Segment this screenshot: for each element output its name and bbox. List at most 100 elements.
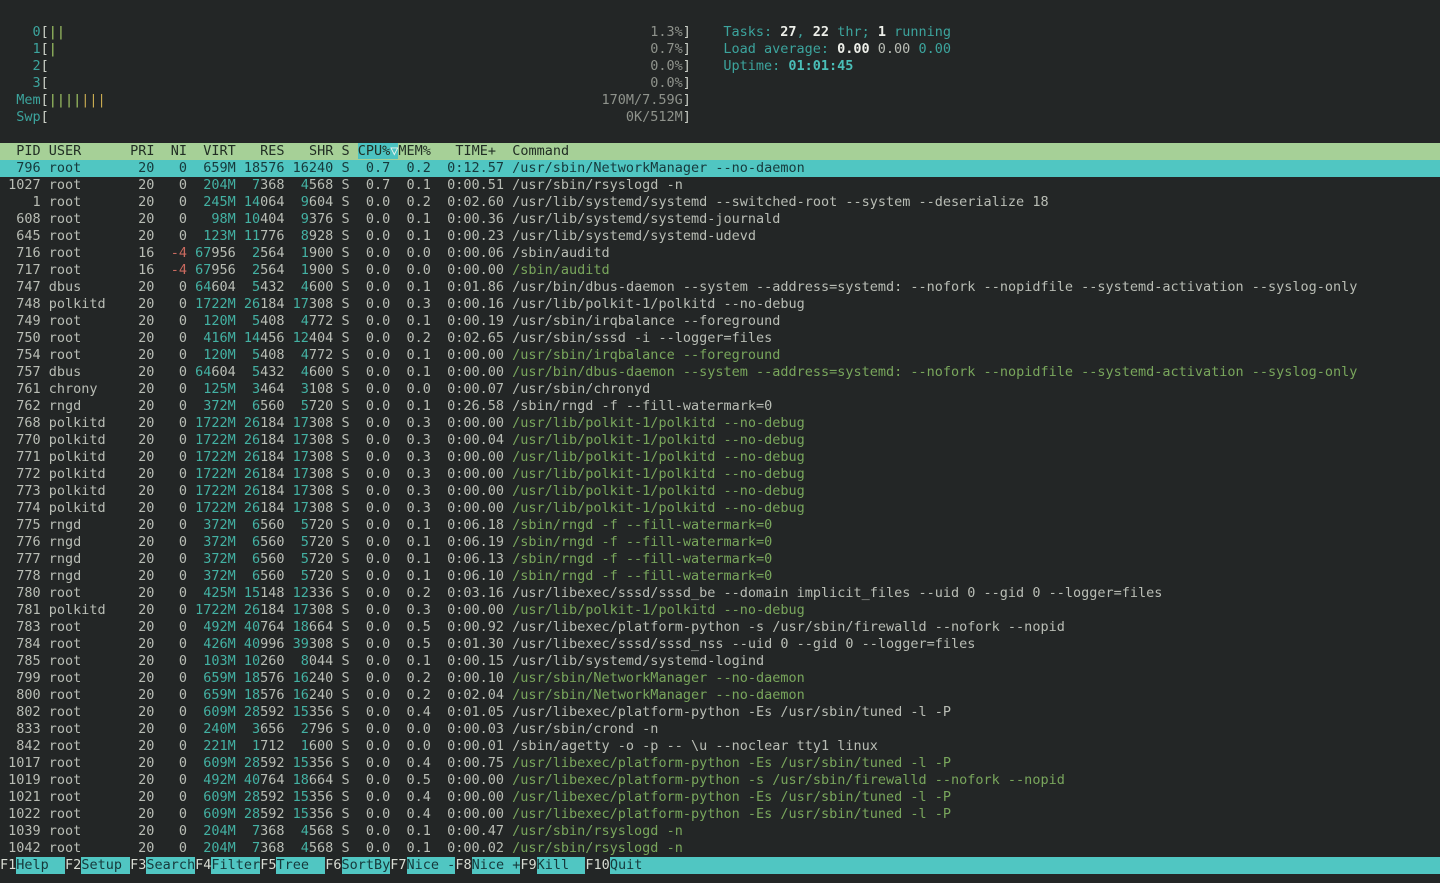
process-row-773[interactable]: 773 polkitd 20 0 1722M 26184 17308 S 0.0… bbox=[0, 483, 1440, 500]
process-row-783[interactable]: 783 root 20 0 492M 40764 18664 S 0.0 0.5… bbox=[0, 619, 1440, 636]
fkey-f4-key[interactable]: F4 bbox=[195, 857, 211, 874]
fkey-f5-key[interactable]: F5 bbox=[260, 857, 276, 874]
fkey-f1-help-button[interactable]: Help bbox=[16, 857, 65, 874]
process-row-770[interactable]: 770 polkitd 20 0 1722M 26184 17308 S 0.0… bbox=[0, 432, 1440, 449]
process-row-833[interactable]: 833 root 20 0 240M 3656 2796 S 0.0 0.0 0… bbox=[0, 721, 1440, 738]
process-row-747[interactable]: 747 dbus 20 0 64604 5432 4600 S 0.0 0.1 … bbox=[0, 279, 1440, 296]
shr-kb: 900 bbox=[309, 262, 333, 278]
fkey-f8-key[interactable]: F8 bbox=[455, 857, 471, 874]
process-row-774[interactable]: 774 polkitd 20 0 1722M 26184 17308 S 0.0… bbox=[0, 500, 1440, 517]
column-header-shr[interactable]: SHR bbox=[293, 143, 334, 159]
shr-kb: 404 bbox=[309, 330, 333, 346]
tasks-running-count: 1 bbox=[878, 24, 886, 40]
process-row-777[interactable]: 777 rngd 20 0 372M 6560 5720 S 0.0 0.1 0… bbox=[0, 551, 1440, 568]
column-header-mem[interactable]: MEM% bbox=[398, 143, 431, 159]
state: S bbox=[333, 585, 349, 601]
process-row-776[interactable]: 776 rngd 20 0 372M 6560 5720 S 0.0 0.1 0… bbox=[0, 534, 1440, 551]
column-header-res[interactable]: RES bbox=[244, 143, 285, 159]
process-row-800[interactable]: 800 root 20 0 659M 18576 16240 S 0.0 0.2… bbox=[0, 687, 1440, 704]
process-row-1019[interactable]: 1019 root 20 0 492M 40764 18664 S 0.0 0.… bbox=[0, 772, 1440, 789]
process-row-750[interactable]: 750 root 20 0 416M 14456 12404 S 0.0 0.2… bbox=[0, 330, 1440, 347]
process-row-1027[interactable]: 1027 root 20 0 204M 7368 4568 S 0.7 0.1 … bbox=[0, 177, 1440, 194]
priority: 20 bbox=[130, 636, 154, 652]
process-row-781[interactable]: 781 polkitd 20 0 1722M 26184 17308 S 0.0… bbox=[0, 602, 1440, 619]
fkey-f10-quit-button[interactable]: Quit bbox=[610, 857, 1440, 874]
process-row-757[interactable]: 757 dbus 20 0 64604 5432 4600 S 0.0 0.1 … bbox=[0, 364, 1440, 381]
process-row-762[interactable]: 762 rngd 20 0 372M 6560 5720 S 0.0 0.1 0… bbox=[0, 398, 1440, 415]
process-row-761[interactable]: 761 chrony 20 0 125M 3464 3108 S 0.0 0.0… bbox=[0, 381, 1440, 398]
process-row-768[interactable]: 768 polkitd 20 0 1722M 26184 17308 S 0.0… bbox=[0, 415, 1440, 432]
process-row-754[interactable]: 754 root 20 0 120M 5408 4772 S 0.0 0.1 0… bbox=[0, 347, 1440, 364]
fkey-f9-kill-button[interactable]: Kill bbox=[537, 857, 586, 874]
virt: 221M bbox=[195, 738, 236, 754]
shr-kb: 308 bbox=[309, 483, 333, 499]
fkey-f6-sortby-button[interactable]: SortBy bbox=[342, 857, 391, 874]
process-row-785[interactable]: 785 root 20 0 103M 10260 8044 S 0.0 0.1 … bbox=[0, 653, 1440, 670]
column-header-cpu-sorted[interactable]: CPU%▽ bbox=[358, 143, 399, 159]
fkey-f4-filter-button[interactable]: Filter bbox=[211, 857, 260, 874]
process-row-775[interactable]: 775 rngd 20 0 372M 6560 5720 S 0.0 0.1 0… bbox=[0, 517, 1440, 534]
fkey-f8-nice--button[interactable]: Nice + bbox=[472, 857, 521, 874]
shr-kb: 720 bbox=[309, 534, 333, 550]
shr-kb: 240 bbox=[309, 687, 333, 703]
res-mb: 2 bbox=[244, 262, 260, 278]
fkey-f5-tree-button[interactable]: Tree bbox=[276, 857, 325, 874]
res-kb: 456 bbox=[260, 330, 284, 346]
fkey-f7-key[interactable]: F7 bbox=[390, 857, 406, 874]
process-row-1[interactable]: 1 root 20 0 245M 14064 9604 S 0.0 0.2 0:… bbox=[0, 194, 1440, 211]
priority: 20 bbox=[130, 840, 154, 856]
column-header-ni[interactable]: NI bbox=[163, 143, 187, 159]
process-row-842[interactable]: 842 root 20 0 221M 1712 1600 S 0.0 0.0 0… bbox=[0, 738, 1440, 755]
process-row-1022[interactable]: 1022 root 20 0 609M 28592 15356 S 0.0 0.… bbox=[0, 806, 1440, 823]
fkey-f6-key[interactable]: F6 bbox=[325, 857, 341, 874]
process-row-717[interactable]: 717 root 16 -4 67956 2564 1900 S 0.0 0.0… bbox=[0, 262, 1440, 279]
mem-percent: 0.1 bbox=[390, 551, 431, 567]
process-row-608[interactable]: 608 root 20 0 98M 10404 9376 S 0.0 0.1 0… bbox=[0, 211, 1440, 228]
process-row-1021[interactable]: 1021 root 20 0 609M 28592 15356 S 0.0 0.… bbox=[0, 789, 1440, 806]
fkey-f1-key[interactable]: F1 bbox=[0, 857, 16, 874]
process-row-778[interactable]: 778 rngd 20 0 372M 6560 5720 S 0.0 0.1 0… bbox=[0, 568, 1440, 585]
mem-percent: 0.1 bbox=[390, 653, 431, 669]
process-row-748[interactable]: 748 polkitd 20 0 1722M 26184 17308 S 0.0… bbox=[0, 296, 1440, 313]
process-row-1039[interactable]: 1039 root 20 0 204M 7368 4568 S 0.0 0.1 … bbox=[0, 823, 1440, 840]
process-row-772[interactable]: 772 polkitd 20 0 1722M 26184 17308 S 0.0… bbox=[0, 466, 1440, 483]
fkey-f3-search-button[interactable]: Search bbox=[146, 857, 195, 874]
process-row-716[interactable]: 716 root 16 -4 67956 2564 1900 S 0.0 0.0… bbox=[0, 245, 1440, 262]
shr-kb: 796 bbox=[309, 721, 333, 737]
column-header-pri[interactable]: PRI bbox=[130, 143, 154, 159]
process-row-796[interactable]: 796 root 20 0 659M 18576 16240 S 0.7 0.2… bbox=[0, 160, 1440, 177]
column-header-user[interactable]: USER bbox=[49, 143, 122, 159]
priority: 20 bbox=[130, 330, 154, 346]
user: polkitd bbox=[41, 500, 130, 516]
gap bbox=[236, 653, 244, 669]
fkey-f2-key[interactable]: F2 bbox=[65, 857, 81, 874]
process-row-645[interactable]: 645 root 20 0 123M 11776 8928 S 0.0 0.1 … bbox=[0, 228, 1440, 245]
process-row-749[interactable]: 749 root 20 0 120M 5408 4772 S 0.0 0.1 0… bbox=[0, 313, 1440, 330]
process-row-802[interactable]: 802 root 20 0 609M 28592 15356 S 0.0 0.4… bbox=[0, 704, 1440, 721]
column-header-time[interactable]: TIME+ bbox=[439, 143, 504, 159]
gap bbox=[236, 415, 244, 431]
meter-close-bracket: ] bbox=[683, 75, 691, 91]
process-row-784[interactable]: 784 root 20 0 426M 40996 39308 S 0.0 0.5… bbox=[0, 636, 1440, 653]
column-header-pid[interactable]: PID bbox=[0, 143, 41, 159]
fkey-f9-key[interactable]: F9 bbox=[520, 857, 536, 874]
fkey-f10-key[interactable]: F10 bbox=[585, 857, 609, 874]
cpu-percent: 0.0 bbox=[350, 313, 391, 329]
state: S bbox=[333, 279, 349, 295]
blank-line bbox=[0, 126, 1440, 143]
shr-kb: 308 bbox=[309, 466, 333, 482]
process-row-771[interactable]: 771 polkitd 20 0 1722M 26184 17308 S 0.0… bbox=[0, 449, 1440, 466]
process-row-1042[interactable]: 1042 root 20 0 204M 7368 4568 S 0.0 0.1 … bbox=[0, 840, 1440, 857]
gap bbox=[285, 296, 293, 312]
fkey-f7-nice--button[interactable]: Nice - bbox=[407, 857, 456, 874]
fkey-f2-setup-button[interactable]: Setup bbox=[81, 857, 130, 874]
command: /usr/sbin/irqbalance --foreground bbox=[512, 313, 780, 329]
column-header-command[interactable]: Command bbox=[512, 143, 569, 159]
pid: 608 bbox=[0, 211, 41, 227]
process-row-780[interactable]: 780 root 20 0 425M 15148 12336 S 0.0 0.2… bbox=[0, 585, 1440, 602]
process-row-799[interactable]: 799 root 20 0 659M 18576 16240 S 0.0 0.2… bbox=[0, 670, 1440, 687]
fkey-f3-key[interactable]: F3 bbox=[130, 857, 146, 874]
column-header-virt[interactable]: VIRT bbox=[195, 143, 236, 159]
column-header-s[interactable]: S bbox=[341, 143, 349, 159]
process-row-1017[interactable]: 1017 root 20 0 609M 28592 15356 S 0.0 0.… bbox=[0, 755, 1440, 772]
